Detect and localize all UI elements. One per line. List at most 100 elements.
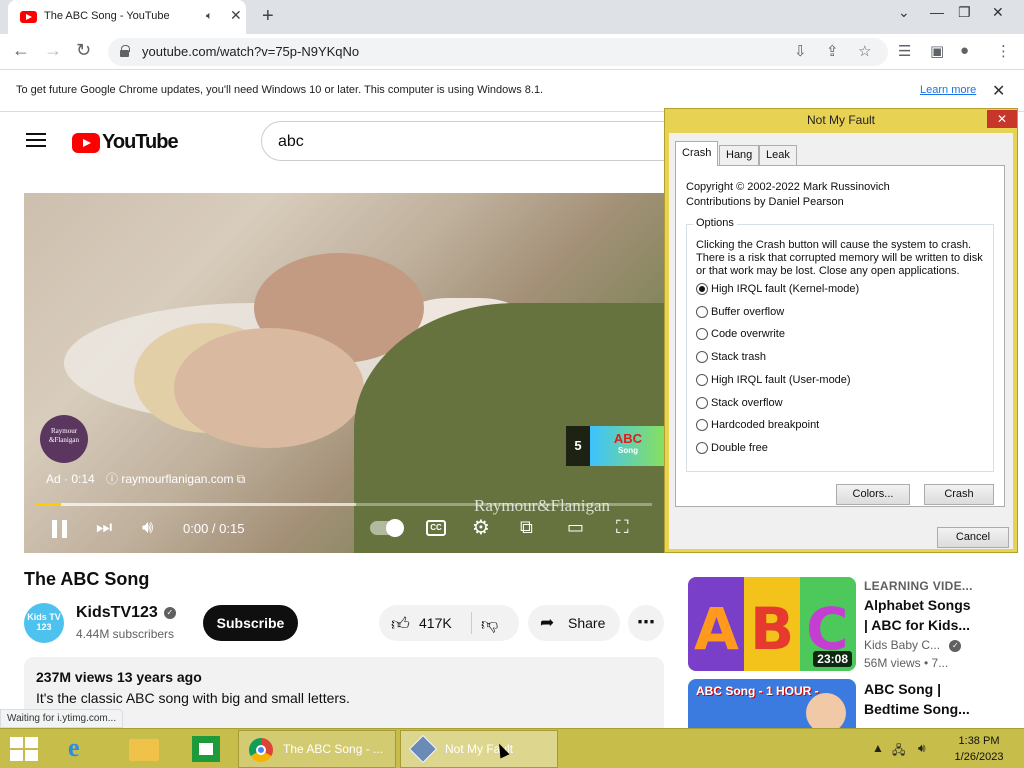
option-code-overwrite[interactable]: Code overwrite — [696, 327, 785, 341]
option-hardcoded-breakpoint[interactable]: Hardcoded breakpoint — [696, 418, 819, 432]
pause-icon[interactable] — [52, 520, 68, 538]
start-windows-icon[interactable] — [10, 737, 38, 761]
recommendation-channel[interactable]: Kids Baby C... ✓ — [864, 638, 962, 652]
like-count[interactable]: 417K — [419, 615, 452, 631]
thumbs-down-icon[interactable]: 👎︎ — [481, 614, 498, 635]
hamburger-menu-icon[interactable] — [26, 133, 46, 147]
cancel-button[interactable]: Cancel — [937, 527, 1009, 548]
tab-search-chevron-icon[interactable]: ⌄ — [898, 4, 910, 21]
taskbar-not-my-fault-button[interactable]: Not My Fault — [400, 730, 558, 768]
radio-icon[interactable] — [696, 328, 708, 341]
volume-tray-icon[interactable]: 🔊︎ — [918, 741, 926, 756]
ad-site-link[interactable]: ⓘ raymourflanigan.com ⧉ — [106, 472, 245, 486]
recommendation-thumbnail[interactable]: ABC Song - 1 HOUR - — [688, 679, 856, 728]
dialog-title[interactable]: Not My Fault — [665, 109, 1017, 131]
settings-gear-icon[interactable]: ⚙︎ — [472, 515, 490, 540]
radio-selected-icon[interactable] — [696, 283, 708, 296]
ad-skip-preview[interactable]: 5 ABC Song — [566, 426, 664, 466]
search-query[interactable]: abc — [278, 133, 304, 151]
window-close-icon[interactable]: ✕ — [992, 4, 1004, 21]
share-button[interactable]: ➦ Share — [528, 605, 620, 641]
captions-icon[interactable]: CC — [426, 520, 446, 536]
dialog-close-icon[interactable]: ✕ — [987, 110, 1017, 128]
learn-more-link[interactable]: Learn more — [920, 84, 976, 96]
network-icon[interactable]: 🖧︎ — [892, 741, 905, 762]
show-hidden-icons-icon[interactable]: ▲ — [872, 741, 884, 755]
media-queue-icon[interactable]: ☰ — [898, 42, 911, 60]
recommendation-title[interactable]: Alphabet Songs | ABC for Kids... — [864, 595, 974, 635]
radio-icon[interactable] — [696, 397, 708, 410]
store-icon[interactable] — [188, 731, 224, 767]
radio-icon[interactable] — [696, 374, 708, 387]
taskbar-chrome-label: The ABC Song - ... — [283, 742, 384, 756]
advertiser-badge[interactable]: Raymour &Flanigan — [40, 415, 88, 463]
youtube-logo[interactable]: YouTube — [72, 131, 179, 154]
options-label: Options — [693, 217, 737, 229]
channel-avatar[interactable]: Kids TV 123 — [24, 603, 64, 643]
bookmark-star-icon[interactable]: ☆ — [858, 42, 871, 60]
crash-panel: Copyright © 2002-2022 Mark Russinovich C… — [675, 165, 1005, 507]
colors-button[interactable]: Colors... — [836, 484, 910, 505]
tab-crash[interactable]: Crash — [675, 141, 719, 166]
tab-close-icon[interactable]: ✕ — [230, 8, 242, 22]
played-fill — [36, 503, 61, 506]
channel-name[interactable]: KidsTV123 ✓ — [76, 604, 176, 622]
option-buffer-overflow[interactable]: Buffer overflow — [696, 305, 784, 319]
share-page-icon[interactable]: ⇪ — [826, 42, 839, 60]
video-player[interactable]: Raymour &Flanigan Ad · 0:14 ⓘ raymourfla… — [24, 193, 664, 553]
description-text: It's the classic ABC song with big and s… — [36, 690, 350, 706]
infobar-message: To get future Google Chrome updates, you… — [16, 84, 544, 96]
chrome-menu-icon[interactable]: ⋮ — [996, 42, 1011, 60]
volume-icon[interactable]: 🔊︎ — [142, 517, 153, 538]
subscribe-button[interactable]: Subscribe — [203, 605, 298, 641]
next-video-icon[interactable]: ⏭︎ — [96, 517, 112, 538]
taskbar-chrome-button[interactable]: The ABC Song - ... — [238, 730, 396, 768]
address-bar[interactable]: youtube.com/watch?v=75p-N9YKqNo — [108, 38, 888, 66]
browser-tab[interactable]: The ABC Song - YouTube 🔈︎ ✕ — [8, 0, 246, 34]
progress-bar[interactable] — [36, 503, 652, 506]
lock-icon[interactable] — [120, 45, 130, 57]
file-explorer-icon[interactable] — [126, 731, 162, 767]
option-stack-trash[interactable]: Stack trash — [696, 350, 766, 364]
taskbar-clock[interactable]: 1:38 PM 1/26/2023 — [944, 733, 1014, 765]
reload-icon[interactable]: ↻ — [76, 40, 91, 61]
radio-icon[interactable] — [696, 442, 708, 455]
thumbs-up-icon[interactable]: 👍︎ — [391, 613, 410, 635]
thumb-letter-a: A — [694, 595, 739, 663]
tab-hang[interactable]: Hang — [719, 145, 760, 165]
speaker-icon[interactable]: 🔈︎ — [206, 10, 213, 23]
next-video-thumbnail[interactable]: ABC Song — [590, 426, 664, 466]
restore-icon[interactable]: ❐ — [958, 4, 971, 21]
recommendation-thumbnail[interactable]: A B C 23:08 — [688, 577, 856, 671]
crash-button[interactable]: Crash — [924, 484, 994, 505]
recommendation-title[interactable]: ABC Song | Bedtime Song... — [864, 679, 974, 719]
more-actions-icon[interactable]: ⋯ — [628, 605, 664, 641]
address-url[interactable]: youtube.com/watch?v=75p-N9YKqNo — [142, 44, 359, 59]
radio-icon[interactable] — [696, 306, 708, 319]
back-arrow-icon[interactable]: ← — [12, 40, 30, 61]
fullscreen-icon[interactable]: ⛶ — [616, 517, 629, 538]
recommendation-item[interactable]: A B C 23:08 LEARNING VIDE... Alphabet So… — [688, 577, 1008, 677]
theater-mode-icon[interactable]: ▭ — [567, 517, 584, 538]
share-label: Share — [568, 615, 606, 631]
tab-leak[interactable]: Leak — [759, 145, 797, 165]
infobar-close-icon[interactable]: ✕ — [992, 81, 1005, 101]
side-panel-icon[interactable]: ▣ — [930, 42, 944, 60]
radio-icon[interactable] — [696, 351, 708, 364]
search-input[interactable]: abc — [261, 121, 681, 161]
autoplay-toggle[interactable] — [370, 519, 404, 537]
new-tab-icon[interactable]: + — [262, 5, 274, 28]
option-stack-overflow[interactable]: Stack overflow — [696, 396, 783, 410]
internet-explorer-icon[interactable]: e — [64, 731, 100, 767]
install-app-icon[interactable]: ⇩ — [794, 42, 807, 60]
option-high-irql-kernel[interactable]: High IRQL fault (Kernel-mode) — [696, 282, 859, 296]
profile-avatar-icon[interactable]: ● — [960, 42, 969, 59]
recommendation-item[interactable]: ABC Song - 1 HOUR - ABC Song | Bedtime S… — [688, 679, 1008, 728]
option-high-irql-user[interactable]: High IRQL fault (User-mode) — [696, 373, 851, 387]
subscriber-count: 4.44M subscribers — [76, 627, 175, 641]
miniplayer-icon[interactable]: ⧉ — [520, 517, 533, 538]
minimize-icon[interactable]: — — [930, 4, 944, 20]
option-double-free[interactable]: Double free — [696, 441, 768, 455]
forward-arrow-icon[interactable]: → — [44, 40, 62, 61]
radio-icon[interactable] — [696, 419, 708, 432]
